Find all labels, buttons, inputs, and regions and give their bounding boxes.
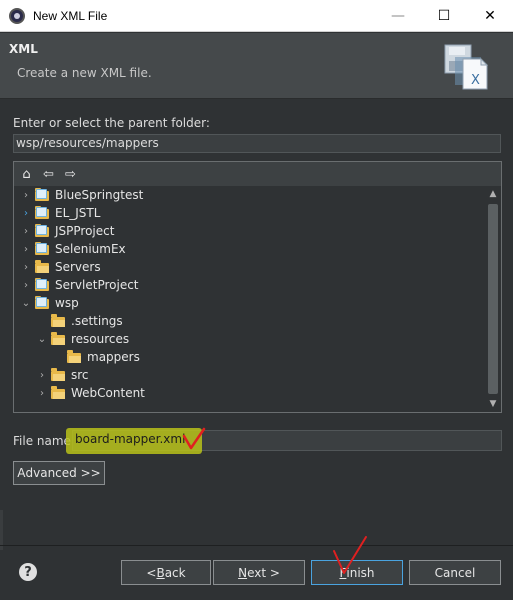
minimize-button[interactable]: — [375,0,421,32]
collapsed-twisty-icon[interactable]: › [20,190,32,201]
scroll-up-icon[interactable]: ▲ [485,186,501,202]
folder-icon [35,260,51,274]
tree-item-label: JSPProject [55,224,115,238]
collapsed-twisty-icon[interactable]: › [36,370,48,381]
red-check-annotation-finish [333,536,367,574]
tree-rows: › BlueSpringtest › EL_JSTL › JSPProject › Selen… [14,186,486,402]
folder-icon [51,368,67,382]
close-button[interactable]: ✕ [467,0,513,32]
project-folder-icon [35,296,51,310]
eclipse-app-icon [9,7,25,24]
title-bar: New XML File — ☐ ✕ [0,0,513,32]
tree-item-label: BlueSpringtest [55,188,144,202]
maximize-button[interactable]: ☐ [421,0,467,32]
project-tree: ⌂ ⇦ ⇨ › BlueSpringtest › EL_JSTL › JSPProject… [13,161,502,413]
tree-item-label: .settings [71,314,123,328]
tree-item[interactable]: › Servers [14,258,486,276]
parent-folder-input[interactable]: wsp/resources/mappers [13,134,501,153]
forward-icon[interactable]: ⇨ [63,167,78,182]
back-icon[interactable]: ⇦ [41,167,56,182]
tree-item-label: wsp [55,296,79,310]
button-bar-separator [0,545,513,546]
folder-icon [67,350,83,364]
folder-icon [51,314,67,328]
collapsed-twisty-icon[interactable]: › [20,208,32,219]
file-name-value: board-mapper.xml [75,432,186,446]
scroll-thumb[interactable] [488,204,498,394]
tree-toolbar: ⌂ ⇦ ⇨ [14,162,501,186]
svg-text:X: X [471,73,480,88]
tree-item[interactable]: .settings [14,312,486,330]
project-folder-icon [35,188,51,202]
tree-item[interactable]: › src [14,366,486,384]
project-folder-icon [35,242,51,256]
tree-item[interactable]: › WebContent [14,384,486,402]
help-icon[interactable]: ? [19,563,37,581]
tree-item[interactable]: › BlueSpringtest [14,186,486,204]
project-folder-icon [35,206,51,220]
tree-item-label: WebContent [71,386,145,400]
tree-item[interactable]: ⌄ resources [14,330,486,348]
parent-folder-label: Enter or select the parent folder: [13,116,210,130]
tree-item[interactable]: › ServletProject [14,276,486,294]
window-controls: — ☐ ✕ [375,0,513,32]
tree-item-label: EL_JSTL [55,206,101,220]
tree-scrollbar[interactable]: ▲ ▼ [485,186,501,412]
back-button[interactable]: < Back [121,560,211,585]
tree-item-label: mappers [87,350,140,364]
project-folder-icon [35,224,51,238]
collapsed-twisty-icon[interactable]: › [20,244,32,255]
collapsed-twisty-icon[interactable]: › [20,262,32,273]
tree-item-label: SeleniumEx [55,242,126,256]
red-check-annotation [182,427,206,450]
wizard-title: XML [9,42,38,56]
collapsed-twisty-icon[interactable]: › [36,388,48,399]
cancel-button[interactable]: Cancel [409,560,501,585]
collapsed-twisty-icon[interactable]: › [20,280,32,291]
expanded-twisty-icon[interactable]: ⌄ [20,298,32,309]
tree-item-label: src [71,368,89,382]
project-folder-icon [35,278,51,292]
collapsed-twisty-icon[interactable]: › [20,226,32,237]
home-icon[interactable]: ⌂ [19,167,34,182]
tree-item[interactable]: › JSPProject [14,222,486,240]
xml-file-wizard-icon: X [444,44,489,90]
tree-item[interactable]: mappers [14,348,486,366]
tree-item-label: resources [71,332,130,346]
scroll-down-icon[interactable]: ▼ [485,396,501,412]
tree-item[interactable]: ⌄ wsp [14,294,486,312]
tree-item-label: Servers [55,260,101,274]
left-edge [0,510,3,550]
wizard-description: Create a new XML file. [17,66,152,80]
tree-item[interactable]: › EL_JSTL [14,204,486,222]
folder-icon [51,332,67,346]
advanced-button[interactable]: Advanced >> [13,461,105,485]
next-button[interactable]: Next > [213,560,305,585]
folder-icon [51,386,67,400]
expanded-twisty-icon[interactable]: ⌄ [36,334,48,345]
window-title: New XML File [33,8,108,23]
tree-item-label: ServletProject [55,278,139,292]
wizard-banner: XML Create a new XML file. X [0,33,513,99]
tree-item[interactable]: › SeleniumEx [14,240,486,258]
